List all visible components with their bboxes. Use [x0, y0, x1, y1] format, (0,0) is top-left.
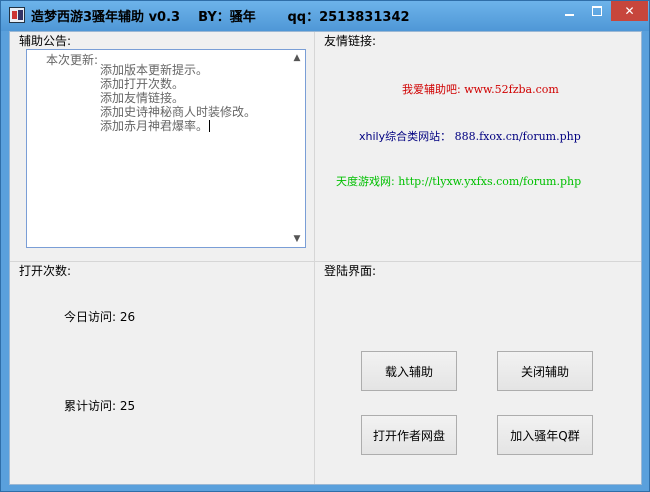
close-helper-button[interactable]: 关闭辅助 — [497, 351, 593, 391]
open-author-disk-button[interactable]: 打开作者网盘 — [361, 415, 457, 455]
today-visits-label: 今日访问: — [64, 310, 117, 324]
login-group-label: 登陆界面: — [322, 262, 379, 279]
load-helper-button[interactable]: 载入辅助 — [361, 351, 457, 391]
scroll-up-icon[interactable]: ▲ — [292, 53, 302, 63]
link-52fzba[interactable]: 我爱辅助吧: www.52fzba.com — [402, 81, 559, 97]
links-group-label: 友情链接: — [322, 32, 379, 49]
link-url: www.52fzba.com — [464, 83, 559, 96]
link-xhily[interactable]: xhily综合类网站： 888.fxox.cn/forum.php — [359, 128, 581, 144]
total-visits-label: 累计访问: — [64, 399, 117, 413]
notice-line: 添加打开次数。 — [100, 77, 185, 91]
notice-lines: 添加版本更新提示。 添加打开次数。 添加友情链接。 添加史诗神秘商人时装修改。 … — [100, 63, 256, 133]
open-count-group-label: 打开次数: — [17, 262, 74, 279]
today-visits-value: 26 — [119, 310, 136, 324]
maximize-button[interactable] — [584, 1, 610, 21]
vertical-divider — [314, 32, 315, 484]
total-visits: 累计访问: 25 — [64, 397, 135, 414]
window-title: 造梦西游3骚年辅助 v0.3 BY：骚年 qq：2513831342 — [31, 10, 410, 25]
link-url: http://tlyxw.yxfxs.com/forum.php — [398, 175, 582, 188]
notice-textarea[interactable]: 本次更新: 添加版本更新提示。 添加打开次数。 添加友情链接。 添加史诗神秘商人… — [26, 49, 306, 248]
notice-line: 添加友情链接。 — [100, 91, 185, 105]
link-name: xhily综合类网站： — [359, 130, 452, 143]
text-caret — [209, 120, 211, 132]
notice-group-label: 辅助公告: — [17, 32, 74, 49]
close-icon: ✕ — [624, 4, 635, 18]
link-tlyxw[interactable]: 天度游戏网: http://tlyxw.yxfxs.com/forum.php — [336, 173, 581, 189]
link-name: 天度游戏网: — [336, 175, 395, 188]
notice-line: 添加赤月神君爆率。 — [100, 119, 256, 133]
title-bar[interactable]: 造梦西游3骚年辅助 v0.3 BY：骚年 qq：2513831342 ✕ — [1, 1, 649, 31]
notice-line: 添加版本更新提示。 — [100, 63, 209, 77]
notice-header: 本次更新: — [46, 53, 99, 67]
minimize-button[interactable] — [556, 1, 583, 21]
close-button[interactable]: ✕ — [611, 1, 648, 21]
client-area: 辅助公告: 本次更新: 添加版本更新提示。 添加打开次数。 添加友情链接。 添加… — [9, 31, 642, 485]
join-qq-group-button[interactable]: 加入骚年Q群 — [497, 415, 593, 455]
today-visits: 今日访问: 26 — [64, 308, 135, 325]
scroll-down-icon[interactable]: ▼ — [292, 234, 302, 244]
total-visits-value: 25 — [119, 399, 136, 413]
notice-line-text: 添加赤月神君爆率。 — [100, 119, 209, 133]
app-window: 造梦西游3骚年辅助 v0.3 BY：骚年 qq：2513831342 ✕ 辅助公… — [0, 0, 650, 492]
link-url: 888.fxox.cn/forum.php — [454, 130, 581, 143]
link-name: 我爱辅助吧: — [402, 83, 461, 96]
notice-line: 添加史诗神秘商人时装修改。 — [100, 105, 257, 119]
app-icon — [9, 7, 25, 23]
